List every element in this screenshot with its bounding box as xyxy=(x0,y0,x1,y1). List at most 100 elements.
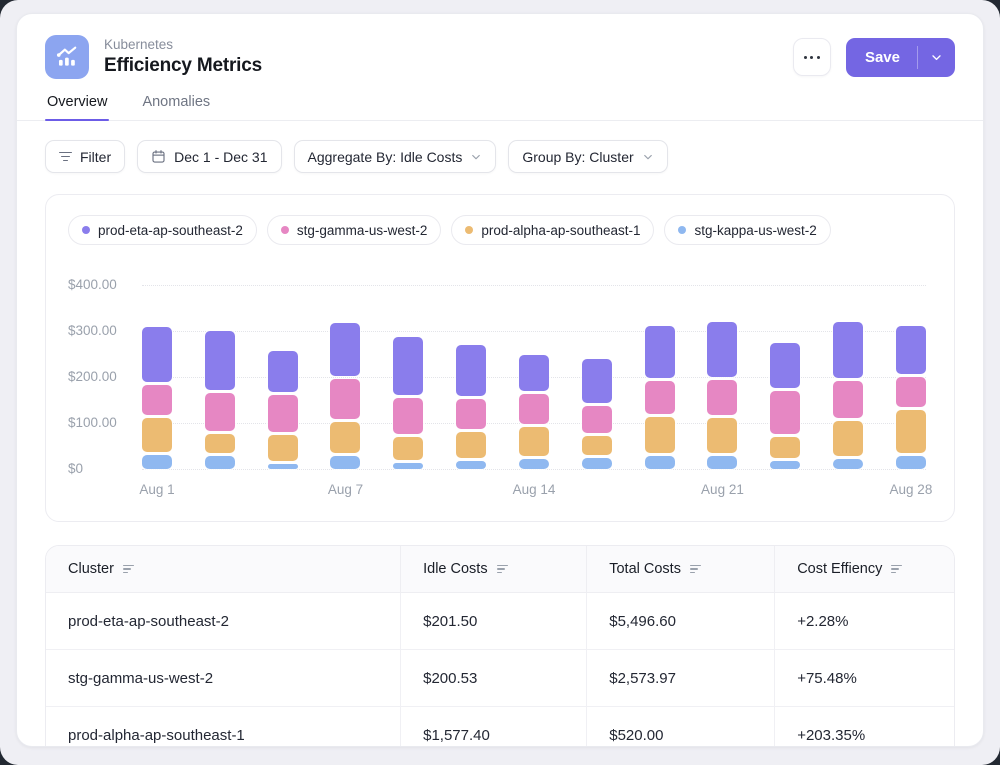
bar-segment-stg-kappa-us-west-2[interactable] xyxy=(456,461,486,469)
bar-segment-stg-gamma-us-west-2[interactable] xyxy=(645,381,675,414)
bar-segment-stg-gamma-us-west-2[interactable] xyxy=(833,381,863,418)
aggregate-by-dropdown[interactable]: Aggregate By: Idle Costs xyxy=(294,140,497,173)
bar-segment-prod-alpha-ap-southeast-1[interactable] xyxy=(770,437,800,458)
filter-button[interactable]: Filter xyxy=(45,140,125,173)
bar-segment-stg-kappa-us-west-2[interactable] xyxy=(268,464,298,469)
bar-segment-prod-alpha-ap-southeast-1[interactable] xyxy=(330,422,360,453)
tab-overview[interactable]: Overview xyxy=(45,94,109,120)
cell-value: $1,577.40 xyxy=(400,707,586,747)
column-header-cluster[interactable]: Cluster xyxy=(46,546,400,592)
bar-segment-stg-kappa-us-west-2[interactable] xyxy=(645,456,675,469)
legend-pill-prod-eta-ap-southeast-2[interactable]: prod-eta-ap-southeast-2 xyxy=(68,215,257,245)
legend-pill-stg-kappa-us-west-2[interactable]: stg-kappa-us-west-2 xyxy=(664,215,830,245)
bar-column-5[interactable] xyxy=(393,337,423,469)
more-button[interactable] xyxy=(793,38,831,76)
sort-icon xyxy=(123,565,134,574)
bar-segment-prod-alpha-ap-southeast-1[interactable] xyxy=(456,432,486,458)
cell-cluster-name: prod-alpha-ap-southeast-1 xyxy=(46,707,400,747)
save-button[interactable]: Save xyxy=(846,38,917,77)
bar-segment-prod-eta-ap-southeast-2[interactable] xyxy=(582,359,612,402)
column-header-label: Cost Effiency xyxy=(797,561,882,577)
bar-segment-stg-kappa-us-west-2[interactable] xyxy=(393,463,423,469)
bar-segment-stg-kappa-us-west-2[interactable] xyxy=(896,456,926,469)
bar-segment-stg-gamma-us-west-2[interactable] xyxy=(896,377,926,407)
bar-segment-prod-alpha-ap-southeast-1[interactable] xyxy=(896,410,926,454)
bar-segment-prod-eta-ap-southeast-2[interactable] xyxy=(205,331,235,390)
bar-segment-stg-kappa-us-west-2[interactable] xyxy=(582,458,612,469)
chevron-down-icon xyxy=(642,151,654,163)
bar-column-12[interactable] xyxy=(833,322,863,469)
table-body: prod-eta-ap-southeast-2$201.50$5,496.60+… xyxy=(46,593,954,747)
bar-segment-prod-eta-ap-southeast-2[interactable] xyxy=(707,322,737,377)
bar-segment-prod-eta-ap-southeast-2[interactable] xyxy=(770,343,800,388)
bar-segment-prod-eta-ap-southeast-2[interactable] xyxy=(645,326,675,378)
bar-segment-stg-gamma-us-west-2[interactable] xyxy=(456,399,486,430)
bar-segment-stg-gamma-us-west-2[interactable] xyxy=(393,398,423,434)
bar-segment-stg-gamma-us-west-2[interactable] xyxy=(142,385,172,415)
bar-column-3[interactable] xyxy=(268,351,298,469)
bar-segment-stg-kappa-us-west-2[interactable] xyxy=(205,456,235,469)
bar-segment-stg-gamma-us-west-2[interactable] xyxy=(205,393,235,432)
bar-segment-prod-alpha-ap-southeast-1[interactable] xyxy=(645,417,675,454)
legend-label: prod-eta-ap-southeast-2 xyxy=(98,223,243,238)
bar-segment-prod-alpha-ap-southeast-1[interactable] xyxy=(519,427,549,456)
bar-segment-prod-alpha-ap-southeast-1[interactable] xyxy=(142,418,172,452)
gridline-400 xyxy=(142,285,926,286)
bar-column-9[interactable] xyxy=(645,326,675,469)
bar-column-10[interactable]: Aug 21 xyxy=(707,322,737,469)
save-dropdown-toggle[interactable] xyxy=(918,38,955,77)
bar-column-11[interactable] xyxy=(770,343,800,469)
bar-segment-stg-kappa-us-west-2[interactable] xyxy=(833,459,863,469)
sort-icon xyxy=(690,565,701,574)
bar-segment-prod-alpha-ap-southeast-1[interactable] xyxy=(833,421,863,456)
bar-column-6[interactable] xyxy=(456,345,486,469)
bar-segment-prod-alpha-ap-southeast-1[interactable] xyxy=(707,418,737,453)
bar-segment-stg-kappa-us-west-2[interactable] xyxy=(707,456,737,469)
bar-segment-stg-gamma-us-west-2[interactable] xyxy=(268,395,298,432)
bar-segment-stg-kappa-us-west-2[interactable] xyxy=(770,461,800,469)
title-block: Kubernetes Efficiency Metrics xyxy=(104,37,262,77)
bar-segment-stg-gamma-us-west-2[interactable] xyxy=(519,394,549,424)
date-range-button[interactable]: Dec 1 - Dec 31 xyxy=(137,140,281,173)
chevron-down-icon xyxy=(930,51,943,64)
column-header-idle-costs[interactable]: Idle Costs xyxy=(400,546,586,592)
bar-segment-stg-gamma-us-west-2[interactable] xyxy=(582,406,612,433)
bar-segment-prod-alpha-ap-southeast-1[interactable] xyxy=(393,437,423,461)
bar-segment-prod-eta-ap-southeast-2[interactable] xyxy=(268,351,298,392)
bar-column-1[interactable]: Aug 1 xyxy=(142,327,172,469)
bar-column-8[interactable] xyxy=(582,359,612,469)
bar-segment-prod-eta-ap-southeast-2[interactable] xyxy=(833,322,863,378)
y-axis-tick-label: $200.00 xyxy=(68,369,130,384)
bar-segment-prod-alpha-ap-southeast-1[interactable] xyxy=(268,435,298,460)
bar-segment-stg-gamma-us-west-2[interactable] xyxy=(330,379,360,419)
legend-pill-prod-alpha-ap-southeast-1[interactable]: prod-alpha-ap-southeast-1 xyxy=(451,215,654,245)
group-by-label: Group By: Cluster xyxy=(522,149,633,165)
bar-segment-stg-gamma-us-west-2[interactable] xyxy=(770,391,800,434)
bar-segment-prod-alpha-ap-southeast-1[interactable] xyxy=(582,436,612,455)
bar-segment-prod-eta-ap-southeast-2[interactable] xyxy=(330,323,360,377)
bar-segment-stg-gamma-us-west-2[interactable] xyxy=(707,380,737,415)
column-header-total-costs[interactable]: Total Costs xyxy=(586,546,774,592)
column-header-cost-effiency[interactable]: Cost Effiency xyxy=(774,546,954,592)
bar-column-7[interactable]: Aug 14 xyxy=(519,355,549,469)
bar-column-13[interactable]: Aug 28 xyxy=(896,326,926,469)
legend-label: stg-kappa-us-west-2 xyxy=(694,223,816,238)
legend-dot-icon xyxy=(281,226,289,234)
bar-segment-stg-kappa-us-west-2[interactable] xyxy=(142,455,172,469)
bar-segment-stg-kappa-us-west-2[interactable] xyxy=(519,459,549,469)
bar-column-2[interactable] xyxy=(205,331,235,469)
bar-segment-prod-eta-ap-southeast-2[interactable] xyxy=(896,326,926,374)
bar-segment-prod-eta-ap-southeast-2[interactable] xyxy=(142,327,172,382)
bar-column-4[interactable]: Aug 7 xyxy=(330,323,360,469)
tab-anomalies[interactable]: Anomalies xyxy=(140,94,212,120)
bar-segment-prod-eta-ap-southeast-2[interactable] xyxy=(519,355,549,392)
table-row: prod-eta-ap-southeast-2$201.50$5,496.60+… xyxy=(46,593,954,650)
bar-segment-stg-kappa-us-west-2[interactable] xyxy=(330,456,360,469)
legend-label: stg-gamma-us-west-2 xyxy=(297,223,428,238)
tab-strip: Overview Anomalies xyxy=(17,94,983,121)
bar-segment-prod-eta-ap-southeast-2[interactable] xyxy=(393,337,423,395)
legend-pill-stg-gamma-us-west-2[interactable]: stg-gamma-us-west-2 xyxy=(267,215,442,245)
group-by-dropdown[interactable]: Group By: Cluster xyxy=(508,140,667,173)
bar-segment-prod-eta-ap-southeast-2[interactable] xyxy=(456,345,486,396)
bar-segment-prod-alpha-ap-southeast-1[interactable] xyxy=(205,434,235,453)
